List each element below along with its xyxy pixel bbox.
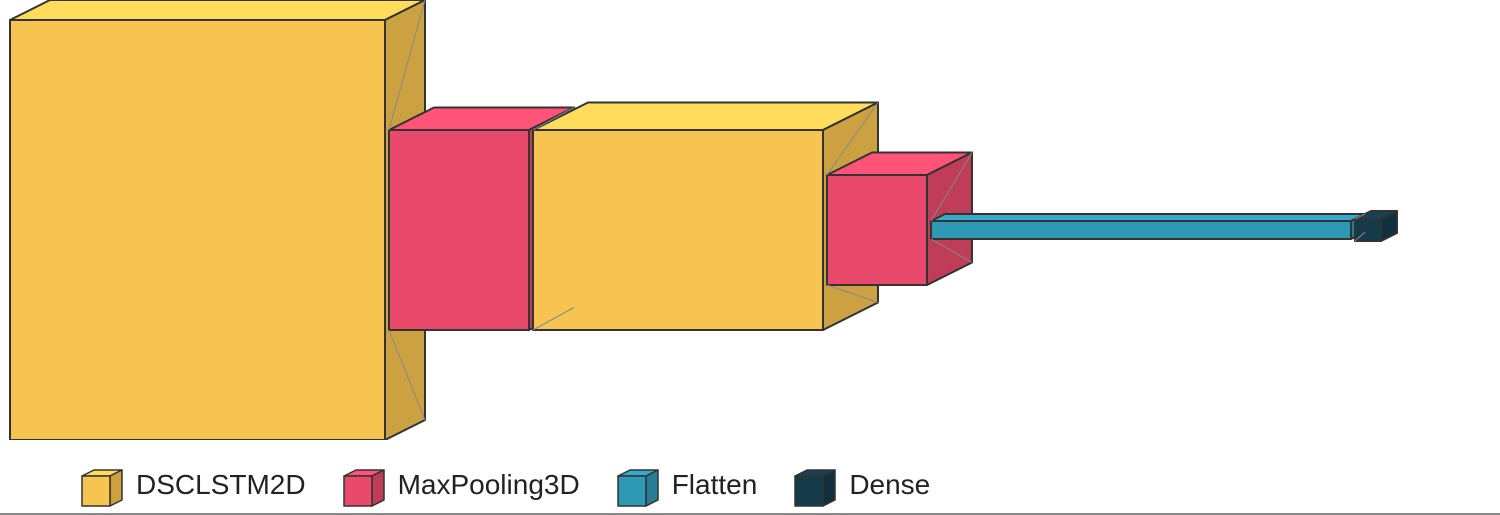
cube-icon [80,465,126,505]
legend-item-dense: Dense [793,465,930,505]
legend-label: DSCLSTM2D [136,469,306,501]
cube-icon [342,465,388,505]
legend-item-maxpool3d: MaxPooling3D [342,465,580,505]
legend-label: MaxPooling3D [398,469,580,501]
legend-item-dsclstm2d: DSCLSTM2D [80,465,306,505]
diagram-stage: DSCLSTM2D MaxPooling3D Flatten Dense [0,0,1500,515]
legend-item-flatten: Flatten [616,465,758,505]
legend-label: Flatten [672,469,758,501]
legend: DSCLSTM2D MaxPooling3D Flatten Dense [80,465,930,505]
architecture-svg [0,0,1500,440]
cube-icon [793,465,839,505]
legend-label: Dense [849,469,930,501]
cube-icon [616,465,662,505]
